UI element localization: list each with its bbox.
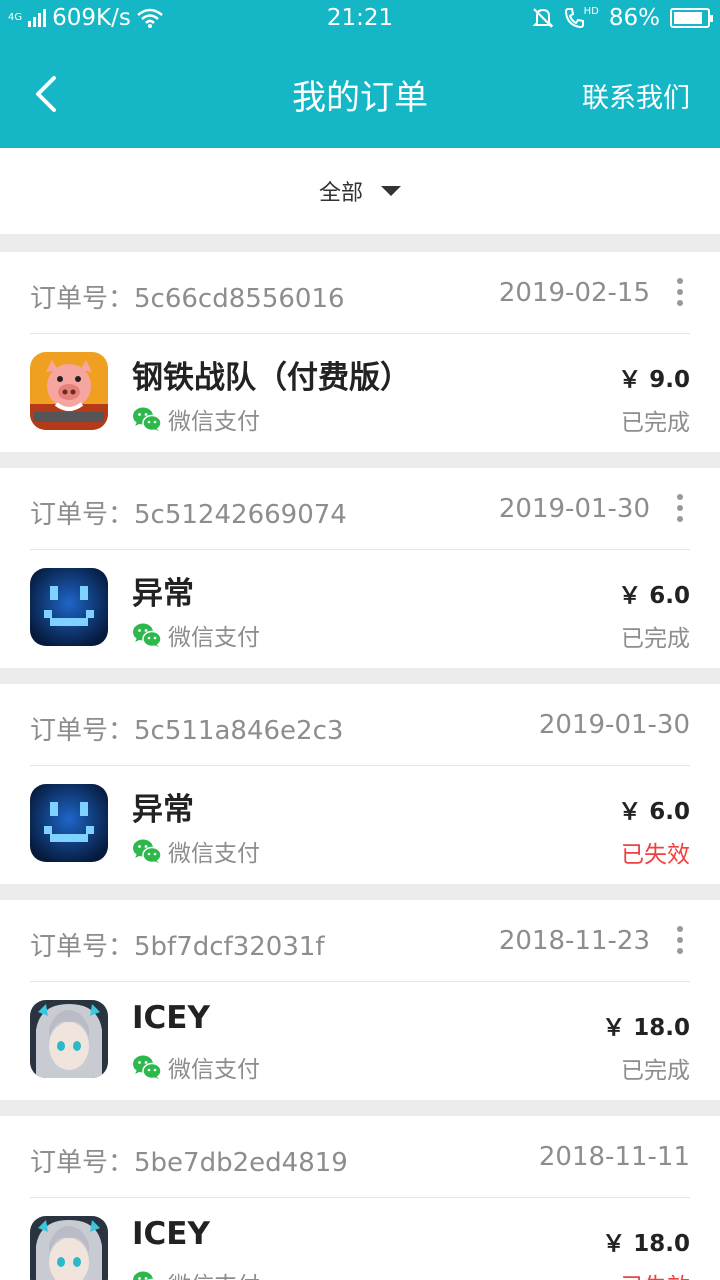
payment-label: 微信支付 (168, 1266, 260, 1280)
game-icon (30, 784, 108, 862)
order-header: 订单号：5c51242669074 2019-01-30 (30, 468, 690, 550)
more-options-icon[interactable] (676, 278, 684, 308)
order-status: 已完成 (621, 626, 690, 652)
status-filter-dropdown[interactable]: 全部 (0, 148, 720, 234)
order-header: 订单号：5bf7dcf32031f 2018-11-23 (30, 900, 690, 982)
order-date: 2019-01-30 (538, 710, 690, 740)
order-number: 订单号：5c66cd8556016 (30, 278, 345, 315)
payment-method: 微信支付 (132, 1050, 260, 1084)
nav-bar: 我的订单 联系我们 (0, 40, 720, 148)
order-number-label: 订单号： (30, 1148, 135, 1178)
order-number: 订单号：5c51242669074 (30, 494, 347, 531)
order-header: 订单号：5c66cd8556016 2019-02-15 (30, 252, 690, 334)
order-status: 已完成 (621, 1058, 690, 1084)
payment-method: 微信支付 (132, 1266, 260, 1280)
order-number-value: 5be7db2ed4819 (134, 1148, 348, 1178)
order-date: 2018-11-23 (498, 926, 650, 956)
payment-label: 微信支付 (168, 625, 260, 651)
payment-label: 微信支付 (168, 841, 260, 867)
filter-label: 全部 (318, 181, 363, 206)
game-icon (30, 568, 108, 646)
order-status: 已完成 (621, 410, 690, 436)
order-header: 订单号：5c511a846e2c3 2019-01-30 (30, 684, 690, 766)
order-number: 订单号：5c511a846e2c3 (30, 710, 343, 747)
order-price: ￥ 6.0 (618, 799, 690, 825)
order-number-value: 5c66cd8556016 (134, 284, 345, 314)
game-icon (30, 1216, 108, 1280)
order-date: 2018-11-11 (538, 1142, 690, 1172)
order-card[interactable]: 订单号：5c51242669074 2019-01-30 异常微信支付 ￥ 6.0 已完… (0, 468, 720, 668)
order-card[interactable]: 订单号：5be7db2ed4819 2018-11-11 ICEY 微信支付 ￥ 18.… (0, 1116, 720, 1280)
status-bar: 4G 609K/s 21:21 HD 86% (0, 0, 720, 40)
order-date: 2019-02-15 (498, 278, 650, 308)
order-number: 订单号：5be7db2ed4819 (30, 1142, 348, 1179)
caret-down-icon (381, 186, 401, 196)
payment-method: 微信支付 (132, 618, 260, 652)
more-options-icon[interactable] (676, 926, 684, 956)
order-status: 已失效 (621, 1267, 690, 1280)
game-name: ICEY (132, 1216, 210, 1252)
order-number-value: 5c511a846e2c3 (134, 716, 344, 746)
contact-us-button[interactable]: 联系我们 (582, 76, 690, 115)
order-card[interactable]: 订单号：5c66cd8556016 2019-02-15 钢铁战队（付费版） 微信支付… (0, 252, 720, 452)
order-number-value: 5c51242669074 (134, 500, 347, 530)
hd-label: HD (583, 6, 599, 17)
wechat-pay-icon (133, 407, 162, 432)
order-card[interactable]: 订单号：5bf7dcf32031f 2018-11-23 ICEY 微信支付 ￥ 18.… (0, 900, 720, 1100)
wechat-pay-icon (133, 1271, 158, 1280)
payment-label: 微信支付 (168, 409, 260, 435)
order-status: 已失效 (621, 842, 690, 868)
order-number-value: 5bf7dcf32031f (134, 932, 325, 962)
game-icon (30, 352, 108, 430)
order-number: 订单号：5bf7dcf32031f (30, 926, 325, 963)
order-price: ￥ 18.0 (602, 1015, 690, 1041)
order-date: 2019-01-30 (498, 494, 650, 524)
hd-call-indicator: HD (564, 7, 599, 29)
payment-method: 微信支付 (132, 402, 260, 436)
order-header: 订单号：5be7db2ed4819 2018-11-11 (30, 1116, 690, 1198)
order-number-label: 订单号： (30, 500, 135, 530)
battery-fill (674, 12, 702, 24)
phone-icon (564, 8, 584, 29)
game-name: ICEY (132, 1000, 210, 1036)
order-card[interactable]: 订单号：5c511a846e2c3 2019-01-30 异常微信支付 ￥ 6.0 已失… (0, 684, 720, 884)
order-number-label: 订单号： (30, 716, 135, 746)
order-list: 订单号：5c66cd8556016 2019-02-15 钢铁战队（付费版） 微信支付… (0, 252, 720, 1280)
order-number-label: 订单号： (30, 284, 135, 314)
order-price: ￥ 18.0 (602, 1231, 690, 1257)
battery-icon (670, 8, 713, 28)
payment-label: 微信支付 (168, 1057, 260, 1083)
payment-method: 微信支付 (132, 834, 260, 868)
wechat-pay-icon (133, 839, 162, 864)
game-name: 钢铁战队（付费版） (132, 360, 411, 396)
game-name: 异常 (132, 792, 194, 828)
wechat-pay-icon (133, 623, 162, 648)
order-price: ￥ 6.0 (618, 583, 690, 609)
order-number-label: 订单号： (30, 932, 135, 962)
wechat-pay-icon (133, 1055, 162, 1080)
battery-percent: 86% (608, 5, 660, 31)
mute-bell-icon (532, 8, 554, 28)
app-header: 4G 609K/s 21:21 HD 86% 我的订单 联系我们 (0, 0, 720, 148)
game-icon (30, 1000, 108, 1078)
order-price: ￥ 9.0 (618, 367, 690, 393)
game-name: 异常 (132, 576, 194, 612)
more-options-icon[interactable] (676, 494, 684, 524)
